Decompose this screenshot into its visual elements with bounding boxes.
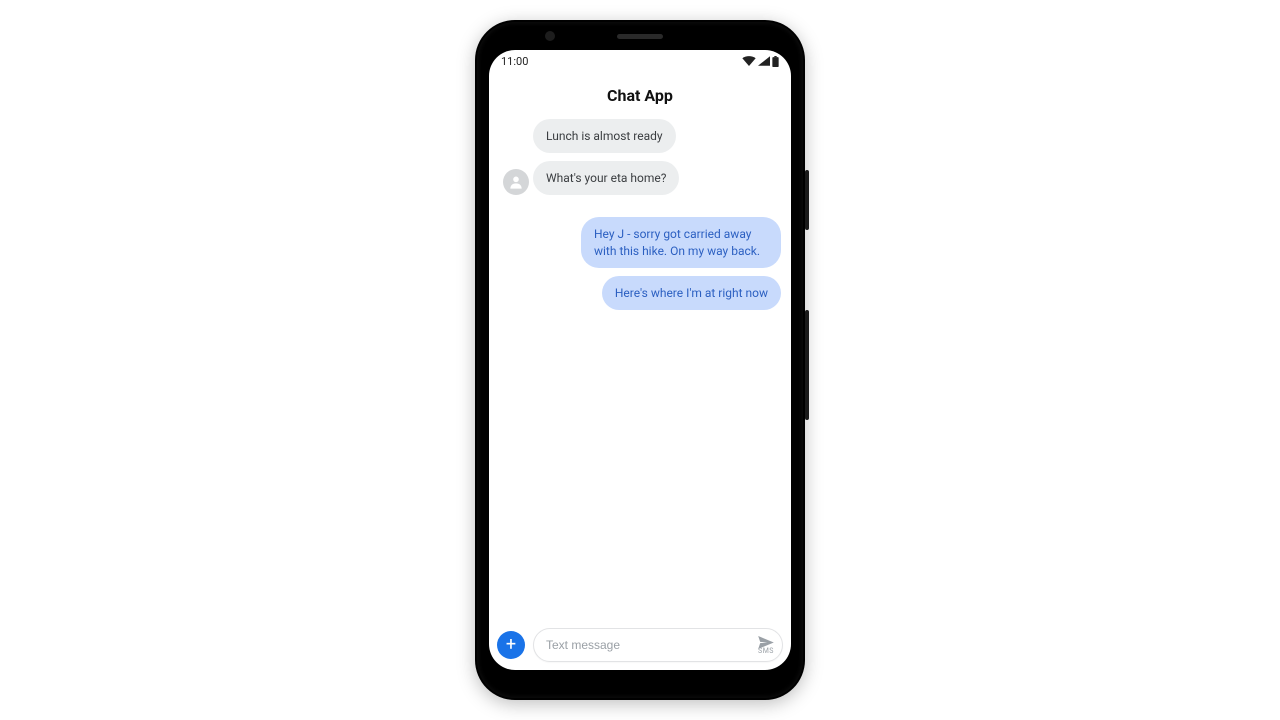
avatar[interactable] — [503, 169, 529, 195]
incoming-bubble[interactable]: What's your eta home? — [533, 161, 679, 195]
incoming-bubble[interactable]: Lunch is almost ready — [533, 119, 676, 153]
stage: 11:00 Chat App — [0, 0, 1280, 720]
outgoing-bubble[interactable]: Here's where I'm at right now — [602, 276, 781, 310]
add-attachment-button[interactable]: + — [497, 631, 525, 659]
cell-signal-icon — [758, 56, 770, 66]
phone-frame: 11:00 Chat App — [475, 20, 805, 700]
plus-icon: + — [506, 636, 516, 654]
send-button[interactable]: SMS — [758, 636, 776, 655]
person-icon — [508, 174, 524, 190]
message-input-wrap[interactable]: SMS — [533, 628, 783, 662]
front-camera — [545, 31, 555, 41]
message-input[interactable] — [546, 638, 758, 652]
send-label: SMS — [758, 647, 774, 655]
wifi-icon — [742, 56, 756, 66]
volume-rocker[interactable] — [805, 310, 809, 420]
message-row: Lunch is almost ready — [499, 119, 781, 153]
message-row: Here's where I'm at right now — [499, 276, 781, 310]
message-row: What's your eta home? — [499, 161, 781, 195]
status-icons — [742, 56, 779, 67]
composer: + SMS — [489, 620, 791, 670]
message-row: Hey J - sorry got carried away with this… — [499, 217, 781, 267]
power-button[interactable] — [805, 170, 809, 230]
screen: 11:00 Chat App — [489, 50, 791, 670]
message-list[interactable]: Lunch is almost ready What's your eta ho… — [489, 119, 791, 620]
status-bar: 11:00 — [489, 50, 791, 72]
app-title: Chat App — [489, 72, 791, 119]
status-time: 11:00 — [501, 55, 528, 68]
battery-icon — [772, 56, 779, 67]
earpiece-speaker — [617, 34, 663, 39]
outgoing-bubble[interactable]: Hey J - sorry got carried away with this… — [581, 217, 781, 267]
